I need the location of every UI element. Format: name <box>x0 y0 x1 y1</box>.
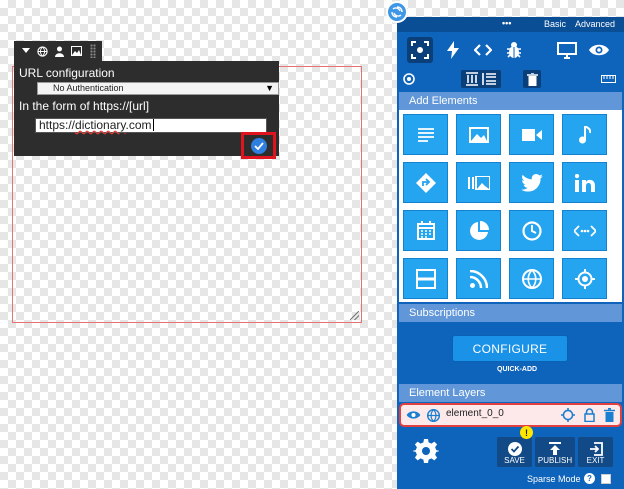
clock-icon[interactable] <box>509 210 554 251</box>
linkedin-icon[interactable] <box>562 162 607 203</box>
url-main: dictionary <box>75 118 126 132</box>
publish-label: PUBLISH <box>537 456 573 465</box>
desktop-preview-icon[interactable] <box>555 40 579 60</box>
music-icon[interactable] <box>562 114 607 155</box>
code-icon[interactable] <box>472 40 494 60</box>
trash-icon[interactable] <box>601 407 617 423</box>
auth-select-value: No Authentication <box>53 83 124 93</box>
text-icon[interactable] <box>403 114 448 155</box>
mode-basic-tab[interactable]: Basic <box>544 19 566 29</box>
add-elements-header: Add Elements <box>399 92 622 110</box>
user-icon[interactable] <box>52 43 67 59</box>
auth-select[interactable]: No Authentication ▼ <box>37 82 279 95</box>
gallery-icon[interactable] <box>456 162 501 203</box>
configure-button[interactable]: CONFIGURE <box>452 335 568 362</box>
mode-advanced-tab[interactable]: Advanced <box>575 19 615 29</box>
save-button[interactable]: SAVE <box>497 437 532 467</box>
subscriptions-header: Subscriptions <box>399 304 622 322</box>
embed-code-icon[interactable] <box>562 210 607 251</box>
upload-icon <box>549 442 561 455</box>
rotate-circle-icon[interactable] <box>402 72 416 86</box>
url-format-label: In the form of https://[url] <box>19 99 150 113</box>
sparse-mode-checkbox[interactable] <box>601 474 611 484</box>
eye-preview-icon[interactable] <box>587 40 611 60</box>
lock-icon[interactable] <box>581 407 597 423</box>
url-config-popup: URL configuration No Authentication ▼ In… <box>14 61 279 159</box>
lightning-icon[interactable] <box>443 40 463 60</box>
twitter-icon[interactable] <box>509 162 554 203</box>
globe-icon[interactable] <box>509 258 554 299</box>
divider-icon[interactable] <box>403 258 448 299</box>
pie-chart-icon[interactable] <box>456 210 501 251</box>
app-logo-icon[interactable] <box>386 1 408 23</box>
select-tool-icon[interactable] <box>407 37 433 63</box>
exit-button[interactable]: EXIT <box>578 437 613 467</box>
layer-row[interactable]: element_0_0 <box>399 403 622 427</box>
confirm-highlight <box>241 132 276 159</box>
align-distribute-icon[interactable] <box>461 70 501 88</box>
sparse-mode-label: Sparse Mode <box>527 474 581 484</box>
directions-icon[interactable] <box>403 162 448 203</box>
text-caret <box>152 119 154 131</box>
check-icon <box>253 141 264 150</box>
location-target-icon[interactable] <box>562 258 607 299</box>
resize-handle[interactable] <box>350 311 359 320</box>
elements-grid <box>399 110 622 302</box>
exit-label: EXIT <box>586 456 605 465</box>
url-config-label: URL configuration <box>19 66 115 80</box>
image-icon[interactable] <box>69 43 84 59</box>
bug-icon[interactable] <box>503 40 525 60</box>
check-circle-icon <box>507 442 522 456</box>
layer-name: element_0_0 <box>446 408 504 419</box>
url-prefix: https:// <box>39 118 76 132</box>
confirm-check-button[interactable] <box>250 137 267 154</box>
settings-gear-icon[interactable] <box>413 438 439 464</box>
more-dots-icon[interactable]: ••• <box>502 18 511 28</box>
unsaved-warning-badge: ! <box>520 426 533 439</box>
select-arrow-icon: ▼ <box>265 83 274 93</box>
element-mini-toolbar <box>14 41 102 61</box>
calendar-icon[interactable] <box>403 210 448 251</box>
help-icon[interactable]: ? <box>584 473 595 484</box>
mode-bar: ••• Basic Advanced <box>397 17 624 32</box>
image-icon[interactable] <box>456 114 501 155</box>
drag-grip-icon[interactable] <box>90 44 96 58</box>
eye-icon[interactable] <box>405 407 421 423</box>
url-input[interactable]: https://dictionary.com <box>35 118 267 133</box>
video-icon[interactable] <box>509 114 554 155</box>
location-target-icon[interactable] <box>560 407 576 423</box>
publish-button[interactable]: PUBLISH <box>535 437 575 467</box>
quick-add-link[interactable]: QUICK-ADD <box>497 366 537 373</box>
rss-icon[interactable] <box>456 258 501 299</box>
element-layers-header: Element Layers <box>399 384 622 402</box>
ruler-icon[interactable] <box>600 73 616 85</box>
trash-icon[interactable] <box>523 70 541 88</box>
dropdown-caret-icon[interactable] <box>18 43 33 59</box>
globe-icon[interactable] <box>35 43 50 59</box>
globe-icon <box>425 407 441 423</box>
save-label: SAVE <box>504 456 525 465</box>
url-suffix: .com <box>125 118 152 132</box>
exit-icon <box>589 442 603 456</box>
